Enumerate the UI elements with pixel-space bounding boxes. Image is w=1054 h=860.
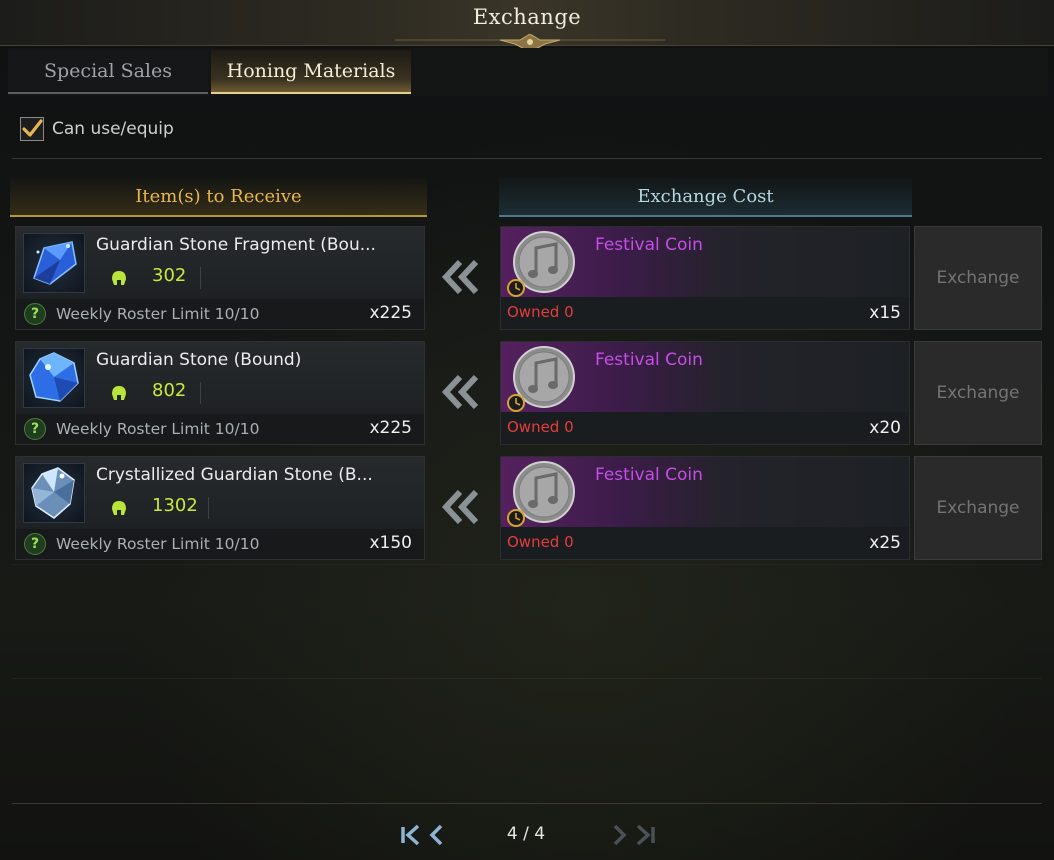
item-name: Crystallized Guardian Stone (B... xyxy=(96,465,373,485)
double-chevron-left-icon xyxy=(441,375,479,409)
exchange-button[interactable]: Exchange xyxy=(914,456,1042,560)
cost-quantity: x15 xyxy=(869,303,901,323)
owned-count: Owned 0 xyxy=(507,418,574,436)
item-level-helmet-icon xyxy=(112,501,126,515)
owned-count: Owned 0 xyxy=(507,533,574,551)
weekly-limit-text: Weekly Roster Limit 10/10 xyxy=(56,535,260,553)
double-chevron-left-icon xyxy=(441,490,479,524)
cost-quantity: x20 xyxy=(869,418,901,438)
item-level-helmet-icon xyxy=(112,271,126,285)
festival-coin-icon xyxy=(507,346,575,412)
item-name: Guardian Stone Fragment (Bou... xyxy=(96,235,376,255)
can-use-label: Can use/equip xyxy=(52,119,174,139)
prev-page-icon[interactable] xyxy=(424,822,450,848)
weekly-limit-text: Weekly Roster Limit 10/10 xyxy=(56,420,260,438)
item-level-value: 1302 xyxy=(152,495,198,516)
cost-currency-name: Festival Coin xyxy=(595,350,703,370)
owned-count: Owned 0 xyxy=(507,303,574,321)
receive-item-card[interactable]: Crystallized Guardian Stone (B... 1302 ?… xyxy=(15,456,425,560)
divider xyxy=(12,158,1042,159)
exchange-cost-card[interactable]: Festival Coin Owned 0 x25 xyxy=(500,456,910,560)
can-use-checkbox[interactable] xyxy=(20,117,44,141)
help-question-icon[interactable]: ? xyxy=(24,418,46,440)
cost-currency-name: Festival Coin xyxy=(595,465,703,485)
next-page-icon[interactable] xyxy=(606,822,632,848)
title-bar: Exchange xyxy=(0,0,1054,53)
item-level-value: 802 xyxy=(152,380,187,401)
item-name: Guardian Stone (Bound) xyxy=(96,350,302,370)
receive-item-card[interactable]: Guardian Stone (Bound) 802 ? Weekly Rost… xyxy=(15,341,425,445)
empty-list-area xyxy=(12,564,1042,790)
tab-special-sales[interactable]: Special Sales xyxy=(8,50,208,94)
guardian-stone-icon xyxy=(23,348,85,408)
column-header-cost: Exchange Cost xyxy=(499,177,912,217)
exchange-cost-card[interactable]: Festival Coin Owned 0 x15 xyxy=(500,226,910,330)
double-chevron-left-icon xyxy=(441,260,479,294)
item-level-helmet-icon xyxy=(112,386,126,400)
filter-row: Can use/equip xyxy=(20,115,174,143)
tab-honing-materials[interactable]: Honing Materials xyxy=(211,50,411,94)
exchange-row: Guardian Stone Fragment (Bou... 302 ? We… xyxy=(0,226,1054,332)
festival-coin-icon xyxy=(507,231,575,297)
receive-quantity: x150 xyxy=(369,533,412,553)
help-question-icon[interactable]: ? xyxy=(24,303,46,325)
column-header-receive: Item(s) to Receive xyxy=(10,177,427,217)
cost-quantity: x25 xyxy=(869,533,901,553)
weekly-limit-text: Weekly Roster Limit 10/10 xyxy=(56,305,260,323)
receive-quantity: x225 xyxy=(369,303,412,323)
receive-quantity: x225 xyxy=(369,418,412,438)
pagination: 4 / 4 xyxy=(0,818,1054,852)
window-title: Exchange xyxy=(472,5,582,29)
last-page-icon[interactable] xyxy=(632,822,658,848)
guardian-stone-fragment-icon xyxy=(23,233,85,293)
crystallized-guardian-stone-icon xyxy=(23,463,85,523)
checkmark-icon xyxy=(22,119,43,137)
receive-item-card[interactable]: Guardian Stone Fragment (Bou... 302 ? We… xyxy=(15,226,425,330)
festival-coin-icon xyxy=(507,461,575,527)
item-level-value: 302 xyxy=(152,265,187,286)
exchange-button[interactable]: Exchange xyxy=(914,341,1042,445)
exchange-row: Guardian Stone (Bound) 802 ? Weekly Rost… xyxy=(0,341,1054,447)
exchange-cost-card[interactable]: Festival Coin Owned 0 x20 xyxy=(500,341,910,445)
tab-bar: Special Sales Honing Materials xyxy=(8,48,1048,96)
divider xyxy=(12,803,1042,804)
cost-currency-name: Festival Coin xyxy=(595,235,703,255)
page-indicator: 4 / 4 xyxy=(506,824,546,844)
exchange-row: Crystallized Guardian Stone (B... 1302 ?… xyxy=(0,456,1054,562)
first-page-icon[interactable] xyxy=(398,822,424,848)
exchange-button[interactable]: Exchange xyxy=(914,226,1042,330)
help-question-icon[interactable]: ? xyxy=(24,533,46,555)
